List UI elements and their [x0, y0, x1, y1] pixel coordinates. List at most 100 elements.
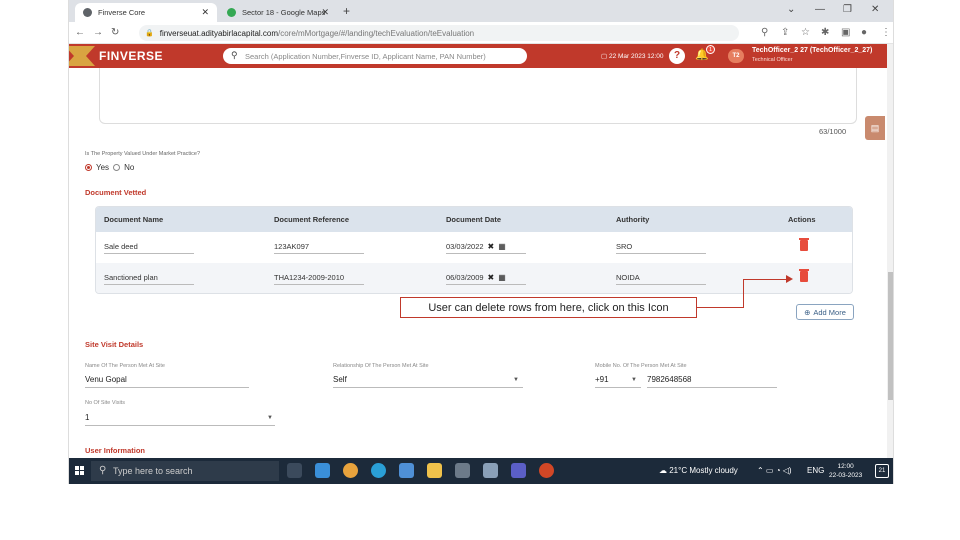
- taskbar-search-placeholder: Type here to search: [113, 466, 193, 476]
- table-header: Document Name Document Reference Documen…: [96, 207, 852, 232]
- relationship-select[interactable]: Self: [333, 375, 523, 388]
- zoom-icon[interactable]: ⚲: [761, 27, 768, 38]
- forward-icon[interactable]: →: [93, 27, 103, 38]
- col-actions: Actions: [788, 215, 816, 224]
- ie-icon[interactable]: [399, 463, 414, 478]
- task-view-icon[interactable]: [287, 463, 302, 478]
- mobile-input[interactable]: 7982648568: [647, 375, 777, 388]
- calendar-icon: ▦: [498, 273, 506, 282]
- chevron-down-icon[interactable]: ▼: [513, 377, 519, 383]
- share-icon[interactable]: ⇪: [781, 27, 789, 38]
- notification-center-icon[interactable]: 21: [875, 464, 889, 478]
- document-reference-input[interactable]: 123AK097: [274, 242, 364, 254]
- chrome-icon: [83, 8, 92, 17]
- document-name-input[interactable]: Sanctioned plan: [104, 273, 194, 285]
- callout-connector: [743, 279, 787, 280]
- radio-yes[interactable]: [85, 164, 92, 171]
- document-name-input[interactable]: Sale deed: [104, 242, 194, 254]
- browser-window: Finverse Core ✕ Sector 18 - Google Maps …: [68, 0, 894, 484]
- col-document-reference: Document Reference: [274, 215, 350, 224]
- relationship-label: Relationship Of The Person Met At Site: [333, 363, 429, 369]
- document-date-input[interactable]: 03/03/2022 ✖ ▦: [446, 242, 526, 254]
- weather-widget[interactable]: ☁ 21°C Mostly cloudy: [659, 466, 738, 475]
- col-authority: Authority: [616, 215, 650, 224]
- chevron-down-icon[interactable]: ▼: [631, 377, 637, 383]
- global-search-input[interactable]: ⚲ Search (Application Number,Finverse ID…: [223, 48, 527, 64]
- char-counter: 63/1000: [819, 127, 847, 136]
- notification-badge: 1: [706, 45, 715, 54]
- mobile-label: Mobile No. Of The Person Met At Site: [595, 363, 687, 369]
- person-met-input[interactable]: Venu Gopal: [85, 375, 249, 388]
- delete-row-icon[interactable]: [799, 269, 809, 282]
- maps-pin-icon: [227, 8, 236, 17]
- address-bar-row: ← → ↻ 🔒 finverseuat.adityabirlacapital.c…: [69, 22, 893, 44]
- avatar[interactable]: T2: [728, 49, 744, 63]
- radio-no[interactable]: [113, 164, 121, 171]
- close-tab-icon[interactable]: ✕: [201, 7, 209, 18]
- scrollbar-thumb[interactable]: [888, 272, 893, 400]
- side-document-button[interactable]: ▤: [865, 116, 885, 140]
- radio-no-label: No: [124, 163, 135, 172]
- tab-google-maps[interactable]: Sector 18 - Google Maps ✕: [219, 3, 337, 22]
- chevron-down-icon[interactable]: ▼: [267, 415, 273, 421]
- chrome-taskbar-icon[interactable]: [343, 463, 358, 478]
- site-visit-title: Site Visit Details: [85, 340, 144, 349]
- snipping-tool-icon[interactable]: [483, 463, 498, 478]
- url-path: /core/mMortgage/#/landing/techEvaluation…: [278, 28, 475, 38]
- tab-finverse-core[interactable]: Finverse Core ✕: [75, 3, 217, 22]
- document-vetted-title: Document Vetted: [85, 188, 147, 197]
- authority-input[interactable]: NOIDA: [616, 273, 706, 285]
- site-visits-label: No Of Site Visits: [85, 400, 125, 406]
- authority-input[interactable]: SRO: [616, 242, 706, 254]
- document-vetted-table: Document Name Document Reference Documen…: [95, 206, 853, 294]
- tab-list-icon[interactable]: ⌄: [787, 4, 795, 15]
- user-name[interactable]: TechOfficer_2 27 (TechOfficer_2_27): [752, 47, 872, 54]
- powerpoint-icon[interactable]: [539, 463, 554, 478]
- url-domain: finverseuat.adityabirlacapital.com: [159, 28, 278, 38]
- reload-icon[interactable]: ↻: [111, 27, 119, 38]
- remarks-textarea[interactable]: [99, 68, 857, 124]
- table-row: Sanctioned plan THA1234-2009-2010 06/03/…: [96, 263, 852, 293]
- sidebar-icon[interactable]: ▣: [841, 27, 850, 38]
- close-window-button[interactable]: ✕: [871, 4, 879, 15]
- file-explorer-icon[interactable]: [427, 463, 442, 478]
- table-row: Sale deed 123AK097 03/03/2022 ✖ ▦ SRO: [96, 232, 852, 263]
- clear-date-icon: ✖: [487, 242, 495, 251]
- minimize-button[interactable]: —: [815, 4, 825, 15]
- menu-kebab-icon[interactable]: ⋮: [881, 27, 891, 38]
- profile-icon[interactable]: ●: [861, 27, 867, 38]
- taskbar-search-input[interactable]: ⚲ Type here to search: [91, 461, 279, 481]
- calculator-icon[interactable]: [455, 463, 470, 478]
- teams-icon[interactable]: [511, 463, 526, 478]
- back-icon[interactable]: ←: [75, 27, 85, 38]
- extensions-icon[interactable]: ✱: [821, 27, 829, 38]
- lock-icon: 🔒: [145, 30, 154, 37]
- radio-yes-label: Yes: [96, 163, 110, 172]
- search-icon: ⚲: [231, 50, 238, 60]
- add-more-button[interactable]: ⊕ Add More: [796, 304, 854, 320]
- vertical-scrollbar[interactable]: [887, 44, 893, 458]
- add-more-label: Add More: [813, 307, 846, 317]
- site-visits-select[interactable]: 1: [85, 413, 275, 426]
- edge-icon[interactable]: [371, 463, 386, 478]
- restore-button[interactable]: ❐: [843, 4, 852, 15]
- tab-title: Finverse Core: [98, 8, 146, 17]
- delete-row-icon[interactable]: [799, 238, 809, 251]
- document-reference-input[interactable]: THA1234-2009-2010: [274, 273, 364, 285]
- help-icon[interactable]: ?: [669, 48, 685, 64]
- windows-start-icon[interactable]: [75, 466, 85, 476]
- document-date-input[interactable]: 06/03/2009 ✖ ▦: [446, 273, 526, 285]
- language-indicator[interactable]: ENG: [807, 466, 824, 475]
- person-met-label: Name Of The Person Met At Site: [85, 363, 165, 369]
- system-tray-icons[interactable]: ⌃ ▭ ◔ ◁): [757, 466, 792, 475]
- new-tab-button[interactable]: +: [343, 4, 350, 18]
- bookmark-star-icon[interactable]: ☆: [801, 27, 810, 38]
- url-input[interactable]: 🔒 finverseuat.adityabirlacapital.com /co…: [139, 25, 739, 41]
- finverse-logo-icon: [69, 46, 95, 66]
- taskbar-clock[interactable]: 12:00 22-03-2023: [829, 462, 862, 480]
- outlook-icon[interactable]: [315, 463, 330, 478]
- close-tab-icon[interactable]: ✕: [321, 7, 329, 18]
- plus-circle-icon: ⊕: [804, 307, 811, 317]
- tab-title: Sector 18 - Google Maps: [242, 8, 326, 17]
- clear-date-icon: ✖: [487, 273, 495, 282]
